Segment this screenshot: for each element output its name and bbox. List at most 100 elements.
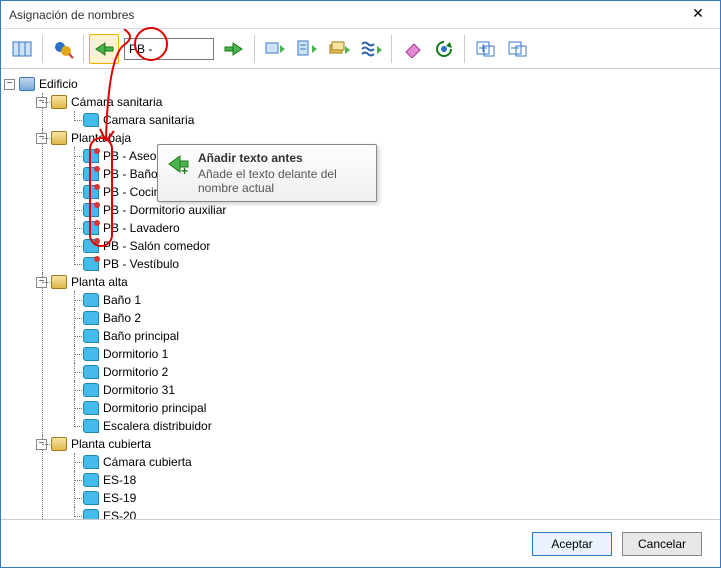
tree-room-label: ES-20 (103, 509, 136, 519)
expand-all-button[interactable] (470, 34, 500, 64)
tree-floor-label: Planta baja (71, 131, 131, 145)
tree-root-row[interactable]: Edificio (19, 75, 716, 93)
room-icon (83, 185, 99, 199)
tooltip-body: Añade el texto delante del nombre actual (198, 167, 368, 195)
copy-level-button[interactable] (292, 34, 322, 64)
tree-room-label: ES-19 (103, 491, 136, 505)
tree-room-row[interactable]: ES-20 (83, 507, 716, 519)
tree-room-label: Baño principal (103, 329, 179, 343)
tree-floor-row[interactable]: Planta cubierta (51, 435, 716, 453)
arrow-left-icon: + (166, 153, 190, 177)
tree-floor-row[interactable]: Planta alta (51, 273, 716, 291)
room-icon (83, 257, 99, 271)
room-icon (83, 419, 99, 433)
tree-room-label: Dormitorio 31 (103, 383, 175, 397)
room-icon (83, 455, 99, 469)
tree-room-label: Dormitorio 1 (103, 347, 168, 361)
tree-room-row[interactable]: PB - Salón comedor (83, 237, 716, 255)
add-text-after-button[interactable] (219, 34, 249, 64)
tree-room-row[interactable]: PB - Lavadero (83, 219, 716, 237)
tree-room-label: Dormitorio principal (103, 401, 206, 415)
copy-waves-button[interactable] (356, 34, 386, 64)
svg-text:+: + (181, 164, 188, 175)
floor-icon (51, 275, 67, 289)
room-icon (83, 113, 99, 127)
tree-toggle[interactable]: − (4, 79, 15, 90)
tree-room-label: Dormitorio 2 (103, 365, 168, 379)
tree-room-row[interactable]: ES-19 (83, 489, 716, 507)
room-icon (83, 473, 99, 487)
tooltip: + Añadir texto antes Añade el texto dela… (157, 144, 377, 202)
tree-room-row[interactable]: Cámara cubierta (83, 453, 716, 471)
tree-room-label: Cámara cubierta (103, 455, 192, 469)
room-icon (83, 365, 99, 379)
tree-room-label: PB - Lavadero (103, 221, 180, 235)
room-icon (83, 347, 99, 361)
erase-button[interactable] (397, 34, 427, 64)
building-icon (19, 77, 35, 91)
tree-panel[interactable]: − Edificio − Cámara sanitaria Camara sani… (1, 69, 720, 519)
tree-floor-label: Planta alta (71, 275, 128, 289)
tree-room-row[interactable]: ES-18 (83, 471, 716, 489)
tree-room-row[interactable]: Dormitorio 2 (83, 363, 716, 381)
tree-floor-row[interactable]: Planta baja (51, 129, 716, 147)
filter-button[interactable] (48, 34, 78, 64)
tree-room-label: PB - Dormitorio auxiliar (103, 203, 226, 217)
tree-toggle[interactable]: − (36, 277, 47, 288)
collapse-all-button[interactable] (502, 34, 532, 64)
tree-room-row[interactable]: PB - Vestíbulo (83, 255, 716, 273)
tree-room-row[interactable]: Camara sanitaria (83, 111, 716, 129)
tree-toggle[interactable]: − (36, 439, 47, 450)
tree-floor-row[interactable]: Cámara sanitaria (51, 93, 716, 111)
room-icon (83, 167, 99, 181)
tree-room-label: Baño 2 (103, 311, 141, 325)
tree-room-row[interactable]: Dormitorio 31 (83, 381, 716, 399)
tree-toggle[interactable]: − (36, 97, 47, 108)
room-icon (83, 329, 99, 343)
tree-room-row[interactable]: Escalera distribuidor (83, 417, 716, 435)
floor-icon (51, 95, 67, 109)
tree-room-label: Escalera distribuidor (103, 419, 212, 433)
titlebar: Asignación de nombres ✕ (1, 1, 720, 29)
ok-button[interactable]: Aceptar (532, 532, 612, 556)
tree-room-row[interactable]: Dormitorio principal (83, 399, 716, 417)
floor-icon (51, 437, 67, 451)
tree-room-label: Baño 1 (103, 293, 141, 307)
room-icon (83, 203, 99, 217)
tree-room-row[interactable]: PB - Dormitorio auxiliar (83, 201, 716, 219)
room-icon (83, 383, 99, 397)
tree-toggle[interactable]: − (36, 133, 47, 144)
tree-root-label: Edificio (39, 77, 78, 91)
room-icon (83, 293, 99, 307)
cancel-button[interactable]: Cancelar (622, 532, 702, 556)
room-icon (83, 149, 99, 163)
room-icon (83, 401, 99, 415)
tree-room-label: PB - Aseo (103, 149, 156, 163)
tree-room-row[interactable]: Baño 2 (83, 309, 716, 327)
tree-floor-label: Cámara sanitaria (71, 95, 162, 109)
tree-room-row[interactable]: Dormitorio 1 (83, 345, 716, 363)
dialog: Asignación de nombres ✕ (0, 0, 721, 568)
window-title: Asignación de nombres (9, 8, 684, 22)
refresh-button[interactable] (429, 34, 459, 64)
toolbar (1, 29, 720, 69)
tooltip-title: Añadir texto antes (198, 151, 368, 165)
tree-room-label: Camara sanitaria (103, 113, 194, 127)
tree-room-label: PB - Salón comedor (103, 239, 210, 253)
tree-room-label: PB - Vestíbulo (103, 257, 179, 271)
add-text-before-button[interactable] (89, 34, 119, 64)
copy-elements-button[interactable] (324, 34, 354, 64)
close-button[interactable]: ✕ (684, 5, 712, 25)
room-icon (83, 239, 99, 253)
room-icon (83, 491, 99, 505)
view-columns-button[interactable] (7, 34, 37, 64)
floor-icon (51, 131, 67, 145)
tree-room-label: ES-18 (103, 473, 136, 487)
tree-room-row[interactable]: Baño principal (83, 327, 716, 345)
prefix-input[interactable] (124, 38, 214, 60)
room-icon (83, 509, 99, 519)
button-bar: Aceptar Cancelar (1, 519, 720, 567)
tree-room-row[interactable]: Baño 1 (83, 291, 716, 309)
room-icon (83, 311, 99, 325)
copy-floor-button[interactable] (260, 34, 290, 64)
